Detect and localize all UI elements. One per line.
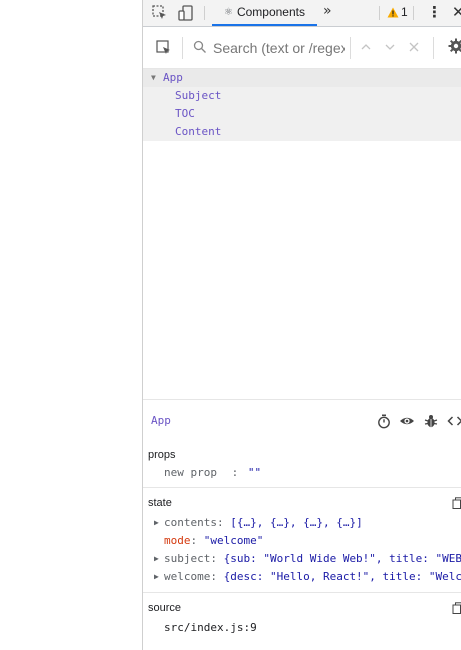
gear-icon[interactable] <box>447 37 461 55</box>
state-key: mode <box>164 534 191 547</box>
state-key: subject <box>164 552 211 565</box>
clear-search-icon[interactable] <box>407 39 421 55</box>
toolbar-divider <box>204 6 205 20</box>
props-panel: props new prop : "" <box>143 442 461 488</box>
devtools-panel: ⚛ Components » 1 ⋮ ✕ <box>142 0 461 650</box>
device-toolbar-icon[interactable] <box>177 4 195 22</box>
source-title: source <box>148 602 182 614</box>
state-key: contents <box>164 516 217 529</box>
tree-item-subject[interactable]: Subject <box>143 87 461 105</box>
warnings-button[interactable]: 1 <box>387 5 408 19</box>
warning-icon <box>387 7 399 17</box>
inspected-element-header: App <box>143 399 461 443</box>
search-divider <box>433 37 434 59</box>
tab-components[interactable]: ⚛ Components <box>212 0 317 26</box>
eye-icon[interactable] <box>399 413 415 429</box>
warning-count: 1 <box>401 5 408 19</box>
tree-item-content[interactable]: Content <box>143 123 461 141</box>
state-value: {sub: "World Wide Web!", title: "WEB"} <box>223 552 461 565</box>
copy-icon[interactable] <box>452 602 461 614</box>
state-title: state <box>148 497 172 509</box>
state-value: {desc: "Hello, React!", title: "Welcome"… <box>223 570 461 583</box>
components-search-bar <box>143 27 461 69</box>
toolbar-divider <box>379 6 380 20</box>
toolbar-divider <box>413 6 414 20</box>
search-divider <box>350 37 351 59</box>
more-options-icon[interactable]: ⋮ <box>427 3 442 21</box>
stopwatch-icon[interactable] <box>376 413 392 429</box>
expand-arrow-icon[interactable]: ▶ <box>154 570 159 584</box>
prop-separator: : <box>231 466 239 479</box>
prop-value[interactable]: "" <box>248 466 261 479</box>
chevron-up-icon[interactable] <box>359 39 373 55</box>
chevron-down-icon[interactable] <box>383 39 397 55</box>
expand-arrow-icon[interactable]: ▶ <box>154 516 159 530</box>
tree-item-label: Subject <box>175 89 222 102</box>
close-icon[interactable]: ✕ <box>452 3 461 21</box>
more-tabs-icon[interactable]: » <box>323 3 332 19</box>
view-source-icon[interactable] <box>447 413 461 429</box>
component-tree: ▼ App Subject TOC Content <box>143 69 461 141</box>
search-input[interactable] <box>213 36 345 60</box>
copy-icon[interactable] <box>452 497 461 509</box>
search-divider <box>182 37 183 59</box>
tree-item-label: TOC <box>175 107 195 120</box>
devtools-toolbar: ⚛ Components » 1 ⋮ ✕ <box>143 0 461 27</box>
prop-row[interactable]: new prop : "" <box>164 466 261 480</box>
tree-item-label: App <box>163 71 183 84</box>
select-component-icon[interactable] <box>155 39 173 57</box>
state-key: welcome <box>164 570 211 583</box>
page-viewport <box>0 0 142 650</box>
tab-components-label: Components <box>236 5 305 19</box>
bug-icon[interactable] <box>423 413 439 429</box>
props-title: props <box>148 449 176 461</box>
inspected-component-name: App <box>151 414 171 427</box>
react-atom-icon: ⚛ <box>223 6 233 18</box>
state-value[interactable]: "welcome" <box>204 534 264 547</box>
expand-arrow-icon[interactable]: ▶ <box>154 552 159 566</box>
tree-item-toc[interactable]: TOC <box>143 105 461 123</box>
search-icon <box>193 40 206 53</box>
tree-collapse-icon[interactable]: ▼ <box>151 69 156 87</box>
state-value: [{…}, {…}, {…}, {…}] <box>230 516 363 529</box>
inspect-element-icon[interactable] <box>151 4 169 22</box>
source-location[interactable]: src/index.js:9 <box>164 621 257 635</box>
source-panel: source src/index.js:9 <box>143 593 461 650</box>
state-panel: state ▶ contents: [{…}, {…}, {…}, {…}] m… <box>143 488 461 593</box>
tree-item-app[interactable]: ▼ App <box>143 69 461 87</box>
tree-item-label: Content <box>175 125 222 138</box>
prop-key: new prop <box>164 466 217 479</box>
